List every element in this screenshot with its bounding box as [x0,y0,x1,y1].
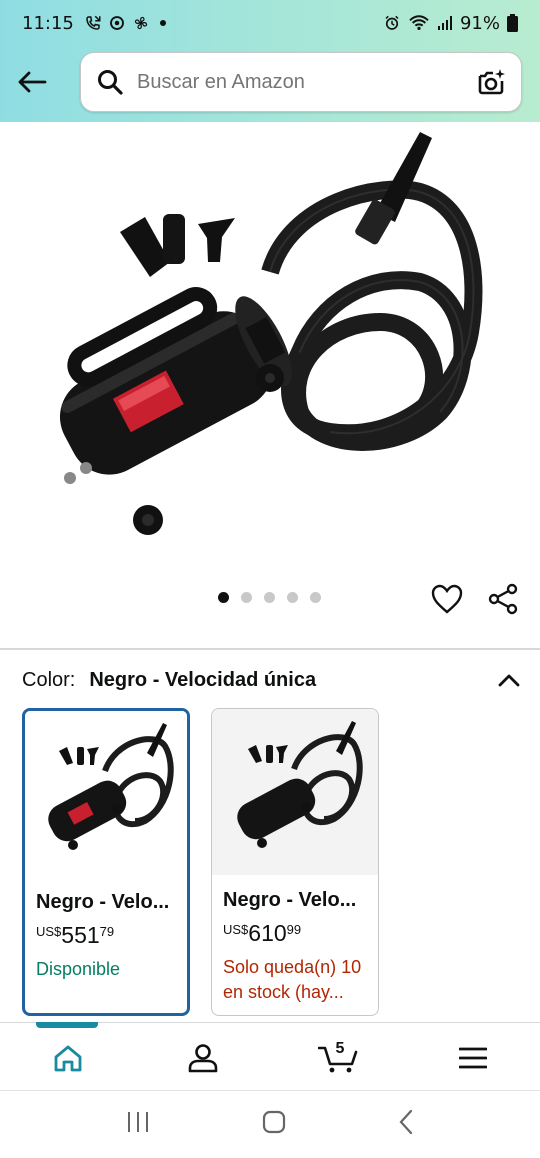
nav-cart[interactable]: 5 [270,1026,405,1090]
arrow-left-icon [18,71,47,93]
home-square-icon [262,1110,286,1134]
bottom-nav: 5 [0,1026,540,1090]
system-nav-bar [0,1091,540,1158]
nav-menu[interactable] [405,1026,540,1090]
variant-card[interactable]: Negro - Velo... US$ 610 99 Solo queda(n)… [211,708,379,1016]
color-label: Color: [22,668,76,691]
recent-apps-icon [128,1112,148,1132]
status-right: 91% [383,13,518,34]
pagination-dot[interactable] [218,592,229,603]
nav-home[interactable] [0,1026,135,1090]
status-notification-icons [84,14,166,32]
battery-icon [507,14,518,32]
variant-name: Negro - Velo... [223,889,357,911]
share-icon [488,583,518,615]
heart-icon [431,584,463,614]
battery-percent: 91% [459,12,500,34]
price-currency: US$ [223,922,249,937]
price-fraction: 79 [99,924,115,939]
color-value: Negro - Velocidad única [89,668,317,691]
search-input[interactable] [137,70,457,94]
color-selector-header[interactable]: Color: Negro - Velocidad única [22,666,522,694]
pagination-dot[interactable] [310,592,321,603]
search-icon [95,67,125,97]
pagination-dot[interactable] [241,592,252,603]
pagination-dot[interactable] [287,592,298,603]
variant-info: Negro - Velo... US$ 551 79 Disponible [25,877,187,982]
missed-call-icon [86,15,101,30]
home-system-button[interactable] [262,1110,286,1139]
back-button[interactable] [12,60,52,104]
section-divider [0,648,540,650]
share-button[interactable] [486,582,520,616]
price-fraction: 99 [286,922,302,937]
hamburger-menu-icon [458,1047,487,1069]
chevron-up-icon[interactable] [496,667,522,693]
variant-availability: Disponible [36,959,121,979]
notification-dot-icon [159,20,166,26]
fan-icon [134,16,148,30]
variant-card-selected[interactable]: Negro - Velo... US$ 551 79 Disponible [22,708,190,1016]
variant-price: US$ 551 79 [36,922,177,949]
price-whole: 610 [248,920,287,946]
price-whole: 551 [61,922,100,948]
variant-thumbnail [212,709,378,875]
alarm-icon [385,15,399,30]
recent-apps-button[interactable] [126,1111,150,1138]
camera-search-icon[interactable] [475,66,507,98]
search-bar[interactable] [80,52,522,112]
sync-icon [109,16,124,30]
wishlist-button[interactable] [430,582,464,616]
cart-count-badge: 5 [335,1040,345,1057]
wifi-icon [409,15,429,31]
signal-icon [437,16,452,30]
status-bar: 11:15 91% [0,0,540,46]
variant-availability: Solo queda(n) 10 en stock (hay... [223,957,362,1002]
pagination-dot[interactable] [264,592,275,603]
back-system-button[interactable] [398,1109,414,1140]
user-icon [188,1044,217,1073]
price-currency: US$ [36,924,62,939]
variant-info: Negro - Velo... US$ 610 99 Solo queda(n)… [212,875,378,1005]
variant-thumbnail [25,711,187,877]
variant-price: US$ 610 99 [223,920,368,947]
product-image[interactable] [0,122,540,582]
chevron-left-icon [399,1109,413,1135]
variant-name: Negro - Velo... [36,891,170,913]
home-icon [54,1045,81,1072]
image-pagination[interactable] [218,592,321,603]
status-time: 11:15 [22,12,74,34]
nav-account[interactable] [135,1026,270,1090]
